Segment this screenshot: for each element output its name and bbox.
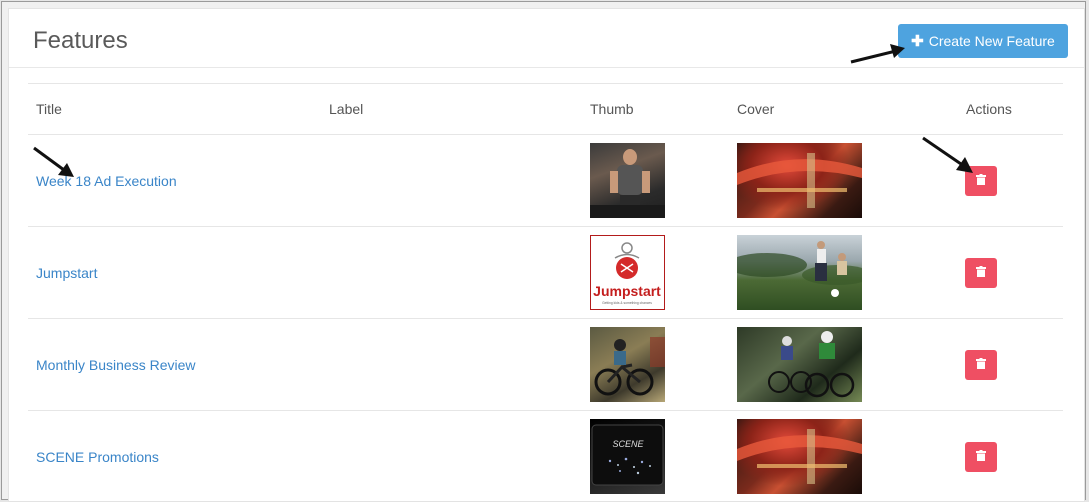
page-title: Features bbox=[33, 27, 128, 54]
jumpstart-tagline: Getting kids & something chances bbox=[602, 301, 652, 305]
cover-image bbox=[737, 235, 862, 310]
thumb-image: Jumpstart Getting kids & something chanc… bbox=[590, 235, 665, 310]
table-row: Monthly Business Review bbox=[28, 319, 1063, 411]
column-header-cover: Cover bbox=[737, 101, 775, 117]
annotation-arrow-delete bbox=[922, 136, 973, 173]
column-header-thumb: Thumb bbox=[590, 101, 634, 117]
cover-image bbox=[737, 327, 862, 402]
create-new-feature-button[interactable]: ✚ Create New Feature bbox=[898, 24, 1068, 58]
scene-card-text: SCENE bbox=[612, 439, 644, 449]
features-panel: Features ✚ Create New Feature Title Labe… bbox=[8, 8, 1085, 502]
feature-title-link[interactable]: SCENE Promotions bbox=[36, 449, 159, 465]
column-header-actions: Actions bbox=[966, 101, 1012, 117]
table-row: SCENE Promotions SCENE bbox=[28, 411, 1063, 502]
features-table: Title Label Thumb Cover Actions Week 18 … bbox=[28, 83, 1063, 502]
trash-icon bbox=[976, 264, 986, 282]
thumb-image bbox=[590, 327, 665, 402]
thumb-image: SCENE bbox=[590, 419, 665, 494]
delete-button[interactable] bbox=[965, 350, 997, 380]
trash-icon bbox=[976, 172, 986, 190]
jumpstart-logo-text: Jumpstart bbox=[593, 283, 661, 299]
cover-image bbox=[737, 143, 862, 218]
panel-header: Features ✚ Create New Feature bbox=[9, 9, 1084, 68]
column-header-title: Title bbox=[36, 101, 62, 117]
annotation-arrow-title bbox=[33, 146, 74, 177]
thumb-image bbox=[590, 143, 665, 218]
trash-icon bbox=[976, 356, 986, 374]
feature-title-link[interactable]: Monthly Business Review bbox=[36, 357, 196, 373]
table-row: Week 18 Ad Execution bbox=[28, 135, 1063, 227]
cover-image bbox=[737, 419, 862, 494]
table-header: Title Label Thumb Cover Actions bbox=[28, 84, 1063, 135]
annotation-arrow-create bbox=[850, 44, 905, 64]
plus-icon: ✚ bbox=[911, 33, 924, 50]
feature-title-link[interactable]: Jumpstart bbox=[36, 265, 97, 281]
delete-button[interactable] bbox=[965, 442, 997, 472]
column-header-label: Label bbox=[329, 101, 364, 117]
create-button-label: Create New Feature bbox=[928, 33, 1055, 49]
delete-button[interactable] bbox=[965, 258, 997, 288]
trash-icon bbox=[976, 448, 986, 466]
table-row: Jumpstart Jumpstart Getting kids & somet… bbox=[28, 227, 1063, 319]
